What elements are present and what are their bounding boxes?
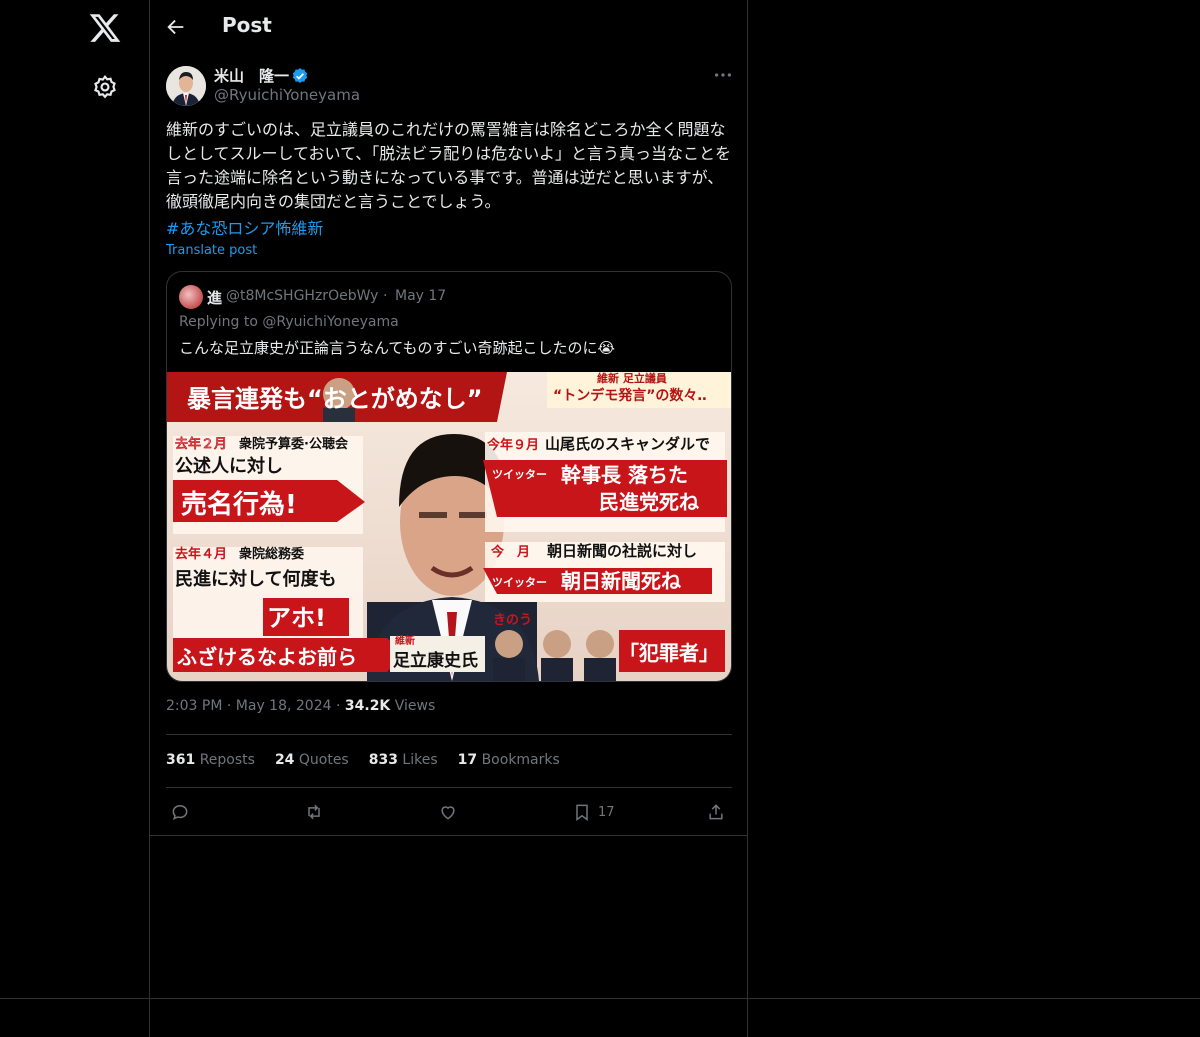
reply-button[interactable]: [170, 800, 190, 824]
repost-button[interactable]: [304, 800, 324, 824]
replying-to: Replying to @RyuichiYoneyama: [179, 314, 399, 330]
divider: [166, 787, 732, 788]
banner-right-top: 維新 足立議員: [597, 372, 667, 385]
divider: [149, 835, 747, 836]
quotes-count: 24: [274, 752, 295, 768]
hashtag-link[interactable]: #あな恐ロシア怖維新: [166, 215, 323, 239]
bookmark-button[interactable]: 17: [572, 800, 615, 824]
share-button[interactable]: [706, 800, 726, 824]
post-text: 維新のすごいのは、足立議員のこれだけの罵詈雑言は除名どころか全く問題なしとしてス…: [166, 120, 731, 211]
meta-dot: ·: [335, 698, 341, 714]
right-quote-2: 朝日新聞死ね: [561, 569, 681, 593]
bookmark-icon: [576, 804, 588, 821]
post-date[interactable]: May 18, 2024: [236, 698, 332, 714]
name-plate: 足立康史氏: [393, 650, 478, 671]
meta-dot: ·: [226, 698, 232, 714]
quote-image[interactable]: 暴言連発も“おとがめなし” 維新 足立議員 “トンデモ発言”の数々‥ 去年２月 …: [167, 372, 731, 681]
avatar[interactable]: [166, 66, 206, 106]
likes-stat[interactable]: 833 Likes: [369, 752, 438, 768]
left-sub-1: 公述人に対し: [175, 455, 283, 477]
banner-right: “トンデモ発言”の数々‥: [553, 387, 707, 404]
engagement-stats: 361 Reposts 24 Quotes 833 Likes 17 Bookm…: [166, 752, 560, 768]
reply-icon: [172, 804, 188, 821]
right-tag-1: ツイッター: [492, 468, 547, 481]
separator-dot: ·: [383, 288, 388, 304]
like-icon: [441, 806, 455, 820]
right-quote-1b: 民進党死ね: [599, 490, 699, 514]
quote-avatar[interactable]: [179, 285, 203, 309]
left-place-1: 衆院予算委·公聴会: [239, 436, 349, 452]
like-button[interactable]: [438, 800, 458, 824]
quotes-label: Quotes: [298, 752, 349, 768]
likes-label: Likes: [402, 752, 438, 768]
bookmark-count: 17: [598, 804, 615, 820]
reposts-stat[interactable]: 361 Reposts: [166, 752, 255, 768]
post-meta: 2:03 PM · May 18, 2024 · 34.2K Views: [166, 698, 435, 714]
bookmarks-stat[interactable]: 17 Bookmarks: [458, 752, 560, 768]
divider: [166, 734, 732, 735]
left-quote-1: 売名行為!: [181, 489, 297, 520]
banner-left: 暴言連発も“おとがめなし”: [187, 385, 483, 413]
views-count: 34.2K: [344, 698, 391, 714]
x-logo-icon[interactable]: [88, 11, 122, 45]
quotes-stat[interactable]: 24 Quotes: [275, 752, 349, 768]
translate-link[interactable]: Translate post: [166, 243, 257, 258]
post-time[interactable]: 2:03 PM: [166, 698, 222, 714]
divider: [0, 998, 1200, 999]
views-label: Views: [394, 698, 436, 714]
verified-icon: [292, 68, 308, 83]
left-sub-2: 民進に対して何度も: [175, 568, 336, 590]
bookmarks-count: 17: [457, 752, 478, 768]
quote-author-handle: @t8McSHGHzrOebWy: [226, 288, 379, 304]
quote-author-name: 進: [207, 289, 223, 307]
right-date-2: 今 月: [490, 544, 530, 560]
likes-count: 833: [368, 752, 398, 768]
left-date-2: 去年４月: [175, 546, 227, 562]
left-quote-2: アホ!: [267, 604, 326, 632]
left-place-2: 衆院総務委: [239, 546, 304, 562]
reposts-count: 361: [166, 752, 196, 768]
right-quote-3: 「犯罪者」: [619, 641, 719, 665]
repost-icon: [308, 804, 320, 820]
gear-icon[interactable]: [92, 74, 118, 100]
quote-text: こんな足立康史が正論言うなんてものすごい奇跡起こしたのに😭: [179, 339, 616, 357]
right-title-1: 山尾氏のスキャンダルで: [545, 435, 710, 453]
share-icon: [709, 804, 723, 820]
left-date-1: 去年２月: [175, 436, 227, 452]
more-icon[interactable]: [712, 64, 734, 86]
quote-date: May 17: [395, 288, 447, 304]
header: Post: [149, 0, 747, 54]
right-date-3: きのう: [493, 613, 532, 628]
left-rail: [0, 0, 150, 1037]
author-name[interactable]: 米山 隆一: [214, 65, 289, 86]
right-quote-1a: 幹事長 落ちた: [561, 463, 688, 487]
bookmarks-label: Bookmarks: [481, 752, 560, 768]
author-handle[interactable]: @RyuichiYoneyama: [214, 86, 360, 104]
back-arrow-icon[interactable]: [165, 16, 187, 38]
action-bar: 17: [166, 800, 732, 824]
right-date-1: 今年９月: [486, 437, 539, 453]
reposts-label: Reposts: [199, 752, 255, 768]
right-title-2: 朝日新聞の社説に対し: [547, 542, 697, 560]
page-title: Post: [222, 13, 272, 37]
right-tag-2: ツイッター: [492, 576, 547, 589]
main-column: Post 米山 隆一 @RyuichiYoneyama 維新のすごいのは、足立議…: [149, 0, 748, 1037]
left-quote-3: ふざけるなよお前ら: [177, 645, 357, 669]
name-party: 維新: [395, 634, 415, 647]
quoted-post[interactable]: 進 @t8McSHGHzrOebWy · May 17 Replying to …: [166, 271, 732, 682]
